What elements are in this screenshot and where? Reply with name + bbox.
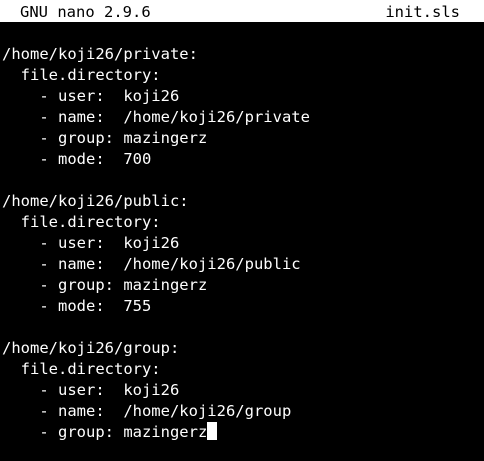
- nano-title-bar: GNU nano 2.9.6 init.sls: [0, 0, 484, 22]
- editor-line[interactable]: - user: koji26: [2, 380, 484, 401]
- app-version-title: GNU nano 2.9.6: [20, 3, 151, 21]
- editor-line[interactable]: file.directory:: [2, 212, 484, 233]
- editor-line[interactable]: file.directory:: [2, 359, 484, 380]
- editor-line[interactable]: - name: /home/koji26/group: [2, 401, 484, 422]
- editor-line-text: - group: mazingerz: [2, 423, 208, 441]
- editor-line[interactable]: [2, 317, 484, 338]
- editor-line[interactable]: - name: /home/koji26/private: [2, 107, 484, 128]
- filename-title: init.sls: [385, 3, 460, 21]
- editor-line[interactable]: /home/koji26/private:: [2, 44, 484, 65]
- text-cursor: [207, 422, 218, 440]
- editor-line[interactable]: - user: koji26: [2, 233, 484, 254]
- editor-line[interactable]: [2, 170, 484, 191]
- editor-line[interactable]: /home/koji26/group:: [2, 338, 484, 359]
- editor-line[interactable]: - user: koji26: [2, 86, 484, 107]
- editor-line[interactable]: /home/koji26/public:: [2, 191, 484, 212]
- editor-line[interactable]: - mode: 700: [2, 149, 484, 170]
- text-editor-area[interactable]: /home/koji26/private: file.directory: - …: [2, 44, 484, 461]
- editor-line[interactable]: - group: mazingerz: [2, 128, 484, 149]
- editor-line[interactable]: - name: /home/koji26/public: [2, 254, 484, 275]
- editor-line-active[interactable]: - group: mazingerz: [2, 422, 484, 443]
- editor-line[interactable]: file.directory:: [2, 65, 484, 86]
- editor-line[interactable]: - mode: 755: [2, 296, 484, 317]
- nano-terminal-window: GNU nano 2.9.6 init.sls /home/koji26/pri…: [0, 0, 484, 461]
- editor-line[interactable]: - group: mazingerz: [2, 275, 484, 296]
